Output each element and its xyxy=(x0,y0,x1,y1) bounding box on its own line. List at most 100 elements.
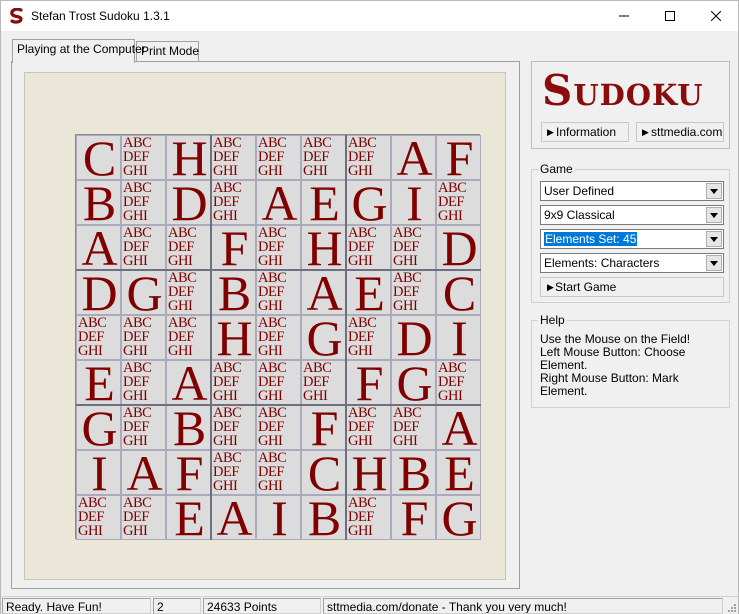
sudoku-cell-filled[interactable]: B xyxy=(301,495,346,540)
sudoku-cell-filled[interactable]: D xyxy=(76,270,121,315)
sudoku-cell-empty[interactable]: ABC DEF GHI xyxy=(211,135,256,180)
sudoku-cell-empty[interactable]: ABC DEF GHI xyxy=(121,225,166,270)
sudoku-cell-empty[interactable]: ABC DEF GHI xyxy=(346,315,391,360)
sudoku-cell-filled[interactable]: F xyxy=(346,360,391,405)
sudoku-cell-filled[interactable]: H xyxy=(346,450,391,495)
minimize-button[interactable] xyxy=(601,1,647,31)
sudoku-cell-filled[interactable]: I xyxy=(256,495,301,540)
sudoku-cell-empty[interactable]: ABC DEF GHI xyxy=(211,405,256,450)
elements-set-select[interactable]: Elements Set: 45 xyxy=(540,229,724,249)
maximize-button[interactable] xyxy=(647,1,693,31)
sudoku-cell-empty[interactable]: ABC DEF GHI xyxy=(166,270,211,315)
sudoku-cell-filled[interactable]: F xyxy=(211,225,256,270)
sudoku-cell-empty[interactable]: ABC DEF GHI xyxy=(211,450,256,495)
sudoku-cell-filled[interactable]: H xyxy=(166,135,211,180)
sudoku-cell-filled[interactable]: G xyxy=(301,315,346,360)
sudoku-cell-empty[interactable]: ABC DEF GHI xyxy=(121,360,166,405)
sudoku-cell-empty[interactable]: ABC DEF GHI xyxy=(121,315,166,360)
sudoku-cell-filled[interactable]: A xyxy=(211,495,256,540)
sudoku-cell-filled[interactable]: E xyxy=(301,180,346,225)
sudoku-cell-empty[interactable]: ABC DEF GHI xyxy=(346,405,391,450)
sudoku-cell-filled[interactable]: E xyxy=(166,495,211,540)
chevron-down-icon[interactable] xyxy=(706,255,722,271)
sudoku-cell-empty[interactable]: ABC DEF GHI xyxy=(256,405,301,450)
sudoku-cell-filled[interactable]: C xyxy=(301,450,346,495)
sudoku-cell-empty[interactable]: ABC DEF GHI xyxy=(391,270,436,315)
website-button[interactable]: ▶ sttmedia.com xyxy=(636,122,724,142)
chevron-down-icon[interactable] xyxy=(706,231,722,247)
sudoku-cell-filled[interactable]: D xyxy=(166,180,211,225)
sudoku-cell-filled[interactable]: I xyxy=(436,315,481,360)
sudoku-cell-filled[interactable]: B xyxy=(211,270,256,315)
sudoku-cell-empty[interactable]: ABC DEF GHI xyxy=(301,360,346,405)
type-select[interactable]: 9x9 Classical xyxy=(540,205,724,225)
status-donate[interactable]: sttmedia.com/donate - Thank you very muc… xyxy=(323,598,723,614)
sudoku-cell-empty[interactable]: ABC DEF GHI xyxy=(211,360,256,405)
sudoku-cell-filled[interactable]: D xyxy=(391,315,436,360)
sudoku-cell-filled[interactable]: F xyxy=(391,495,436,540)
sudoku-cell-filled[interactable]: F xyxy=(301,405,346,450)
sudoku-cell-empty[interactable]: ABC DEF GHI xyxy=(166,315,211,360)
sudoku-cell-empty[interactable]: ABC DEF GHI xyxy=(256,450,301,495)
information-button[interactable]: ▶ Information xyxy=(541,122,629,142)
sudoku-cell-filled[interactable]: E xyxy=(346,270,391,315)
sudoku-cell-empty[interactable]: ABC DEF GHI xyxy=(256,225,301,270)
sudoku-cell-empty[interactable]: ABC DEF GHI xyxy=(256,315,301,360)
chevron-down-icon[interactable] xyxy=(706,207,722,223)
sudoku-cell-filled[interactable]: H xyxy=(211,315,256,360)
sudoku-cell-empty[interactable]: ABC DEF GHI xyxy=(121,180,166,225)
sudoku-cell-empty[interactable]: ABC DEF GHI xyxy=(76,315,121,360)
sudoku-cell-filled[interactable]: C xyxy=(436,270,481,315)
sudoku-cell-filled[interactable]: A xyxy=(256,180,301,225)
sudoku-cell-empty[interactable]: ABC DEF GHI xyxy=(436,360,481,405)
sudoku-board[interactable]: C ABC DEF GHI H ABC DEF GHI ABC DEF GHI ABC D… xyxy=(75,134,481,540)
sudoku-cell-filled[interactable]: G xyxy=(121,270,166,315)
sudoku-cell-empty[interactable]: ABC DEF GHI xyxy=(391,405,436,450)
sudoku-cell-filled[interactable]: C xyxy=(76,135,121,180)
sudoku-cell-filled[interactable]: D xyxy=(436,225,481,270)
sudoku-cell-filled[interactable]: A xyxy=(166,360,211,405)
sudoku-cell-empty[interactable]: ABC DEF GHI xyxy=(121,495,166,540)
sudoku-cell-filled[interactable]: E xyxy=(76,360,121,405)
sudoku-cell-filled[interactable]: A xyxy=(301,270,346,315)
sudoku-cell-empty[interactable]: ABC DEF GHI xyxy=(256,270,301,315)
sudoku-cell-empty[interactable]: ABC DEF GHI xyxy=(76,495,121,540)
sudoku-cell-filled[interactable]: A xyxy=(436,405,481,450)
sudoku-cell-filled[interactable]: G xyxy=(346,180,391,225)
sudoku-cell-filled[interactable]: B xyxy=(166,405,211,450)
resize-grip-icon[interactable] xyxy=(726,602,736,612)
sudoku-cell-empty[interactable]: ABC DEF GHI xyxy=(301,135,346,180)
sudoku-cell-empty[interactable]: ABC DEF GHI xyxy=(346,225,391,270)
sudoku-cell-filled[interactable]: I xyxy=(76,450,121,495)
start-game-button[interactable]: ▶ Start Game xyxy=(540,277,724,297)
sudoku-cell-empty[interactable]: ABC DEF GHI xyxy=(436,180,481,225)
sudoku-cell-empty[interactable]: ABC DEF GHI xyxy=(211,180,256,225)
sudoku-cell-filled[interactable]: B xyxy=(391,450,436,495)
close-button[interactable] xyxy=(693,1,739,31)
sudoku-cell-filled[interactable]: A xyxy=(121,450,166,495)
sudoku-cell-empty[interactable]: ABC DEF GHI xyxy=(256,135,301,180)
mode-select[interactable]: User Defined xyxy=(540,181,724,201)
sudoku-cell-empty[interactable]: ABC DEF GHI xyxy=(121,135,166,180)
sudoku-cell-empty[interactable]: ABC DEF GHI xyxy=(121,405,166,450)
title-bar[interactable]: Stefan Trost Sudoku 1.3.1 xyxy=(1,1,738,31)
sudoku-cell-filled[interactable]: E xyxy=(436,450,481,495)
sudoku-cell-filled[interactable]: F xyxy=(166,450,211,495)
sudoku-cell-filled[interactable]: F xyxy=(436,135,481,180)
chevron-down-icon[interactable] xyxy=(706,183,722,199)
sudoku-cell-filled[interactable]: G xyxy=(76,405,121,450)
sudoku-cell-filled[interactable]: B xyxy=(76,180,121,225)
sudoku-cell-empty[interactable]: ABC DEF GHI xyxy=(391,225,436,270)
sudoku-cell-empty[interactable]: ABC DEF GHI xyxy=(256,360,301,405)
sudoku-cell-empty[interactable]: ABC DEF GHI xyxy=(166,225,211,270)
sudoku-cell-empty[interactable]: ABC DEF GHI xyxy=(346,135,391,180)
sudoku-cell-empty[interactable]: ABC DEF GHI xyxy=(346,495,391,540)
tab-playing[interactable]: Playing at the Computer xyxy=(12,39,146,63)
sudoku-cell-filled[interactable]: A xyxy=(391,135,436,180)
elements-select[interactable]: Elements: Characters xyxy=(540,253,724,273)
sudoku-cell-filled[interactable]: I xyxy=(391,180,436,225)
sudoku-cell-filled[interactable]: H xyxy=(301,225,346,270)
sudoku-cell-filled[interactable]: G xyxy=(436,495,481,540)
sudoku-cell-filled[interactable]: G xyxy=(391,360,436,405)
sudoku-cell-filled[interactable]: A xyxy=(76,225,121,270)
